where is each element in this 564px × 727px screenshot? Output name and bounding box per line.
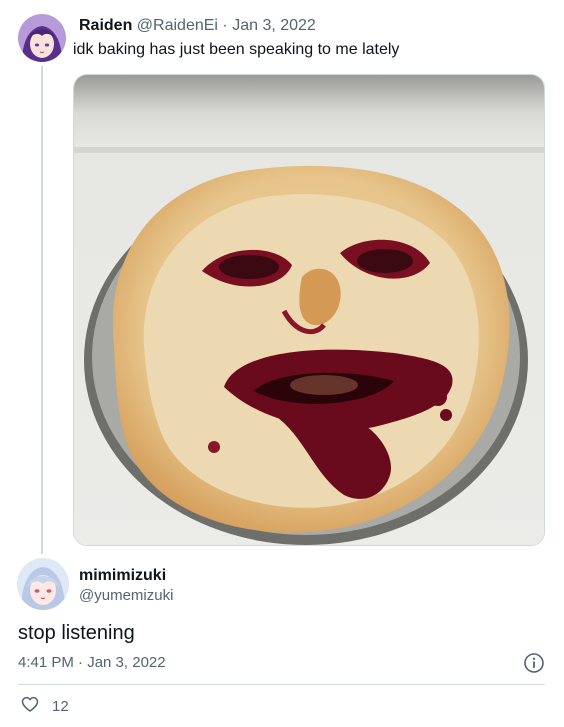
info-icon[interactable] (523, 652, 545, 674)
avatar-raiden[interactable] (18, 14, 66, 62)
author-name[interactable]: Raiden (79, 17, 132, 34)
pie-photo[interactable] (73, 74, 545, 546)
reply-author-name[interactable]: mimimizuki (79, 566, 166, 586)
divider (18, 684, 545, 685)
tweet-text: idk baking has just been speaking to me … (73, 41, 400, 58)
thread-connector-line (41, 66, 43, 554)
author-handle[interactable]: @RaidenEi (137, 17, 218, 34)
reply-timestamp[interactable]: 4:41 PM · Jan 3, 2022 (18, 653, 166, 673)
meta-separator: · (222, 17, 228, 34)
like-count: 12 (52, 698, 69, 715)
tweet-date[interactable]: Jan 3, 2022 (232, 17, 316, 34)
reply-author-handle[interactable]: @yumemizuki (79, 586, 173, 606)
avatar-mimimizuki[interactable] (17, 558, 69, 610)
like-button[interactable]: 12 (20, 694, 69, 719)
heart-icon (20, 694, 40, 719)
reply-text: stop listening (18, 622, 135, 644)
tweet-header: Raiden @RaidenEi · Jan 3, 2022 (79, 16, 316, 36)
